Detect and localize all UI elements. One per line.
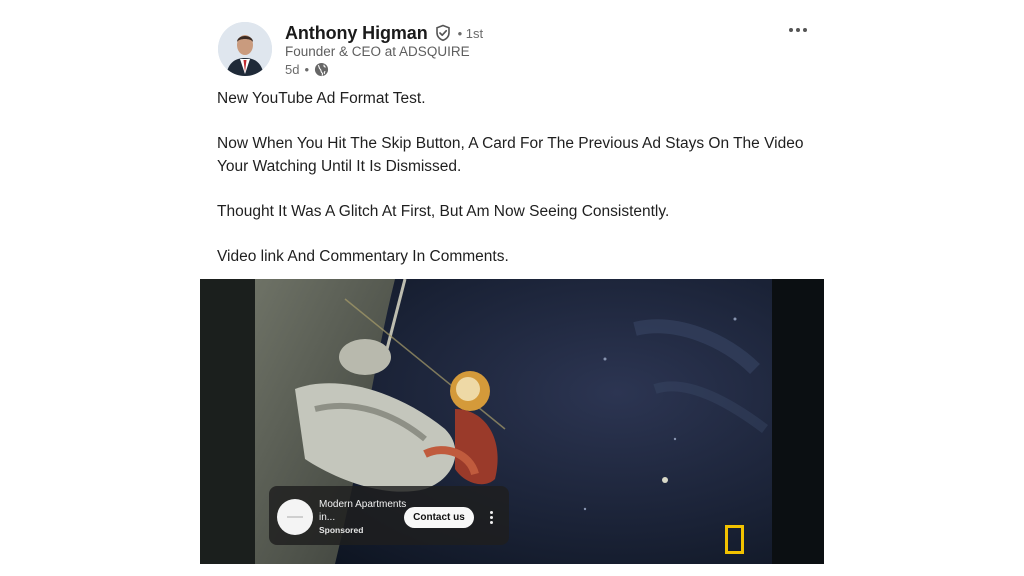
post-line-gap (217, 178, 807, 201)
sponsored-label: Sponsored (319, 525, 364, 535)
post-body: New YouTube Ad Format Test. Now When You… (217, 88, 807, 268)
ellipsis-icon (789, 28, 793, 32)
letterbox-right (772, 279, 824, 564)
contact-us-button[interactable]: Contact us (404, 507, 474, 528)
post-line: Video link And Commentary In Comments. (217, 247, 509, 265)
logo-mark (287, 516, 303, 518)
meta-separator: • (304, 62, 310, 77)
post-meta: 5d • (285, 62, 329, 77)
author-name[interactable]: Anthony Higman (285, 23, 428, 44)
author-headline: Founder & CEO at ADSQUIRE (285, 44, 470, 59)
vertical-ellipsis-icon[interactable] (484, 504, 498, 530)
post-line-gap (217, 223, 807, 246)
menu-dot (489, 515, 493, 519)
post-line: Now When You Hit The Skip Button, A Card… (217, 135, 804, 175)
national-geographic-logo (725, 525, 744, 554)
linkedin-post: Anthony Higman • 1st Founder & CEO at AD… (200, 0, 824, 576)
post-line: New YouTube Ad Format Test. (217, 90, 426, 107)
post-line: Thought It Was A Glitch At First, But Am… (217, 202, 670, 220)
post-line-gap (217, 111, 807, 134)
connection-degree: • 1st (457, 25, 484, 41)
menu-dot (489, 520, 493, 524)
more-options-button[interactable] (784, 18, 812, 42)
video-player[interactable]: Modern Apartments in... Sponsored Contac… (200, 279, 824, 564)
author-avatar[interactable] (218, 22, 272, 76)
globe-icon (314, 62, 329, 77)
ad-card[interactable]: Modern Apartments in... Sponsored Contac… (269, 486, 509, 545)
avatar-photo (218, 22, 272, 76)
ellipsis-dot (803, 28, 807, 32)
advertiser-logo (277, 499, 313, 535)
shield-check-icon (434, 24, 452, 42)
author-line: Anthony Higman • 1st (285, 21, 483, 45)
post-time: 5d (285, 62, 300, 77)
ellipsis-dot (796, 28, 800, 32)
ad-title: Modern Apartments in... (319, 499, 407, 523)
letterbox-left (200, 279, 255, 564)
menu-dot (489, 510, 493, 514)
